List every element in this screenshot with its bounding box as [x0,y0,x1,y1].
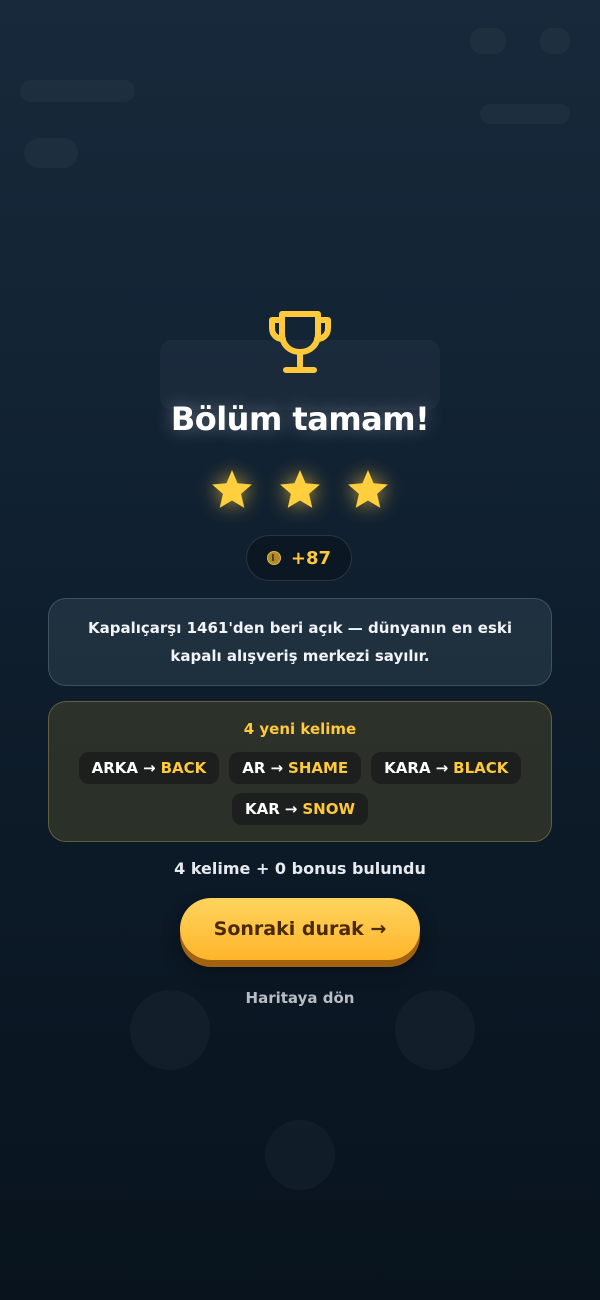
new-words-title: 4 yeni kelime [243,720,357,738]
arrow-right-icon: → [284,800,298,818]
back-to-map-link[interactable]: Haritaya dön [0,989,600,1007]
star-icon [212,470,252,508]
word-chip: KARA → BLACK [371,752,522,784]
word-chip: AR → SHAME [229,752,362,784]
star-rating [0,468,600,518]
next-stop-button[interactable]: Sonraki durak → [180,898,420,960]
star-icon [348,470,388,508]
arrow-right-icon: → [143,759,156,777]
fact-card: Kapalıçarşı 1461'den beri açık — dünyanı… [48,598,552,686]
star-icon [280,470,320,508]
new-words-list: ARKA → BACK AR → SHAME KARA → BLACK KAR … [73,752,527,825]
word-target: SHAME [288,759,349,777]
trophy-icon [269,311,331,373]
arrow-right-icon: → [435,759,449,777]
found-summary: 4 kelime + 0 bonus bulundu [174,859,426,878]
new-words-card: 4 yeni kelime ARKA → BACK AR → SHAME KAR… [48,701,552,842]
fact-text: Kapalıçarşı 1461'den beri açık — dünyanı… [88,619,512,665]
word-source: KARA [384,759,431,777]
word-source: AR [242,759,266,777]
coins-earned-badge: +87 [246,535,352,581]
word-target: SNOW [302,800,356,818]
arrow-right-icon: → [270,759,284,777]
coin-icon [266,551,281,565]
word-source: ARKA [91,759,139,777]
coins-earned-amount: +87 [290,547,332,569]
word-target: BACK [160,759,207,777]
level-complete-title: Bölüm tamam! [170,400,430,438]
word-chip: KAR → SNOW [231,793,369,825]
word-target: BLACK [453,759,509,777]
word-source: KAR [244,800,280,818]
word-chip: ARKA → BACK [78,752,220,784]
